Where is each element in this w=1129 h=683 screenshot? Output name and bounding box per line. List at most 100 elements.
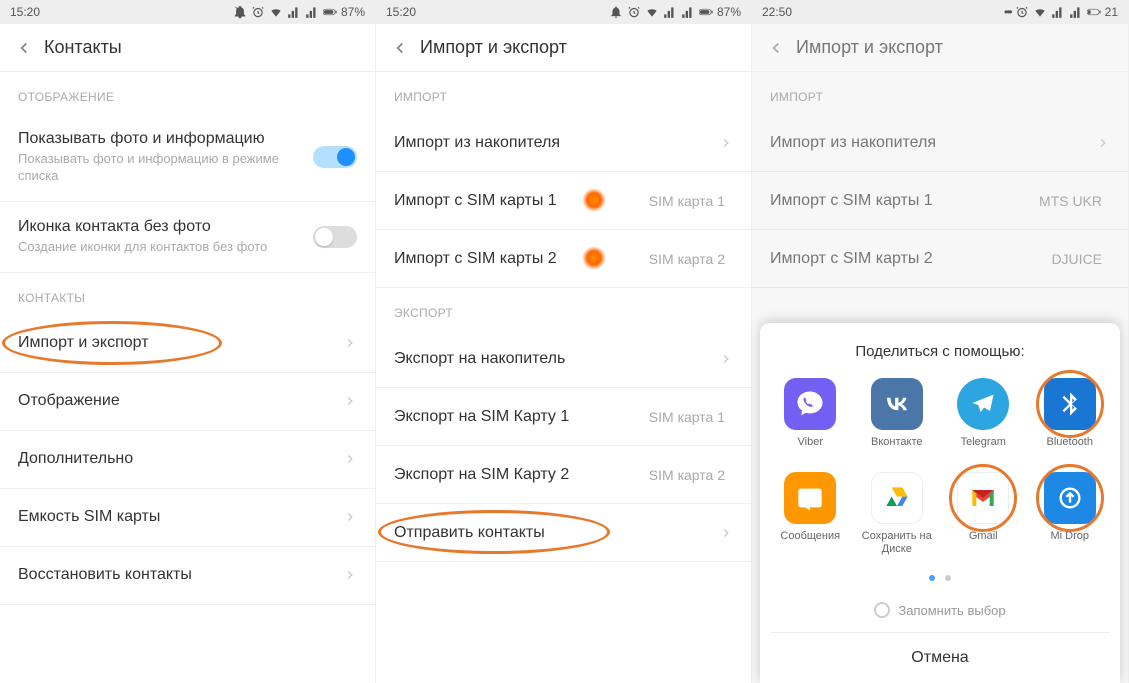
- share-telegram[interactable]: Telegram: [943, 378, 1024, 462]
- battery-percent: 21: [1105, 5, 1118, 19]
- row-subtitle: Показывать фото и информацию в режиме сп…: [18, 151, 313, 185]
- share-drive[interactable]: Сохранить на Диске: [857, 472, 938, 556]
- row-title: Импорт с SIM карты 2: [770, 250, 1051, 268]
- row-title: Импорт из накопителя: [770, 134, 1096, 152]
- chevron-right-icon: [343, 510, 357, 524]
- row-export-sim2[interactable]: Экспорт на SIM Карту 2 SIM карта 2: [376, 446, 751, 504]
- row-import-sim2[interactable]: Импорт с SIM карты 2 SIM карта 2: [376, 230, 751, 288]
- row-value: SIM карта 2: [649, 251, 725, 267]
- share-viber[interactable]: Viber: [770, 378, 851, 462]
- row-title: Иконка контакта без фото: [18, 218, 313, 236]
- chevron-right-icon: [719, 136, 733, 150]
- back-button[interactable]: [762, 34, 790, 62]
- section-display: ОТОБРАЖЕНИЕ: [0, 72, 375, 114]
- screen-import-export: 15:20 87% Импорт и экспорт ИМПОРТ Импорт…: [376, 0, 752, 683]
- row-title: Восстановить контакты: [18, 566, 343, 584]
- row-show-photo[interactable]: Показывать фото и информацию Показывать …: [0, 114, 375, 202]
- mute-icon: [609, 5, 623, 19]
- share-label: Mi Drop: [1050, 530, 1089, 556]
- row-import-storage[interactable]: Импорт из накопителя: [376, 114, 751, 172]
- signal2-icon: [1069, 5, 1083, 19]
- share-vk[interactable]: Вконтакте: [857, 378, 938, 462]
- wifi-icon: [269, 5, 283, 19]
- row-title: Отображение: [18, 392, 343, 410]
- row-contact-icon[interactable]: Иконка контакта без фото Создание иконки…: [0, 202, 375, 273]
- signal2-icon: [305, 5, 319, 19]
- row-export-sim1[interactable]: Экспорт на SIM Карту 1 SIM карта 1: [376, 388, 751, 446]
- dot-inactive: [945, 575, 951, 581]
- row-additional[interactable]: Дополнительно: [0, 431, 375, 489]
- alarm-icon: [1015, 5, 1029, 19]
- row-sim-capacity[interactable]: Емкость SIM карты: [0, 489, 375, 547]
- remember-label: Запомнить выбор: [898, 603, 1005, 618]
- dots-icon: •••: [1004, 5, 1011, 19]
- row-export-storage[interactable]: Экспорт на накопитель: [376, 330, 751, 388]
- header: Контакты: [0, 24, 375, 72]
- share-label: Telegram: [961, 436, 1006, 462]
- row-import-sim1[interactable]: Импорт с SIM карты 1 SIM карта 1: [376, 172, 751, 230]
- row-title: Емкость SIM карты: [18, 508, 343, 526]
- row-title: Экспорт на накопитель: [394, 350, 719, 368]
- row-send-contacts[interactable]: Отправить контакты: [376, 504, 751, 562]
- chevron-left-icon: [767, 39, 785, 57]
- screen-contacts: 15:20 87% Контакты ОТОБРАЖЕНИЕ Показыват…: [0, 0, 376, 683]
- highlight-dot: [582, 246, 606, 270]
- share-title: Поделиться с помощью:: [770, 343, 1110, 360]
- mute-icon: [233, 5, 247, 19]
- status-indicators: 87%: [609, 5, 741, 19]
- row-title: Отправить контакты: [394, 524, 719, 542]
- row-display[interactable]: Отображение: [0, 373, 375, 431]
- chevron-right-icon: [343, 452, 357, 466]
- chevron-right-icon: [343, 394, 357, 408]
- header-title: Контакты: [44, 37, 122, 58]
- row-value: SIM карта 1: [649, 409, 725, 425]
- row-title: Импорт и экспорт: [18, 334, 343, 352]
- toggle-on[interactable]: [313, 146, 357, 168]
- radio-icon: [874, 602, 890, 618]
- share-bluetooth[interactable]: Bluetooth: [1030, 378, 1111, 462]
- header-title: Импорт и экспорт: [796, 37, 943, 58]
- toggle-off[interactable]: [313, 226, 357, 248]
- share-label: Bluetooth: [1047, 436, 1093, 462]
- chevron-right-icon: [1096, 136, 1110, 150]
- row-subtitle: Создание иконки для контактов без фото: [18, 239, 313, 256]
- row-title: Показывать фото и информацию: [18, 130, 313, 148]
- share-label: Вконтакте: [871, 436, 922, 462]
- row-title: Экспорт на SIM Карту 2: [394, 466, 649, 484]
- highlight-dot: [582, 188, 606, 212]
- row-title: Импорт с SIM карты 1: [770, 192, 1039, 210]
- row-import-sim2[interactable]: Импорт с SIM карты 2 DJUICE: [752, 230, 1128, 288]
- row-title: Экспорт на SIM Карту 1: [394, 408, 649, 426]
- screen-share: 22:50 ••• 21 Импорт и экспорт ИМПОРТ Имп…: [752, 0, 1129, 683]
- chevron-right-icon: [719, 352, 733, 366]
- chevron-right-icon: [343, 336, 357, 350]
- battery-percent: 87%: [717, 5, 741, 19]
- share-grid: Viber Вконтакте Telegram Bluetooth: [770, 378, 1110, 556]
- row-restore[interactable]: Восстановить контакты: [0, 547, 375, 605]
- share-label: Сообщения: [780, 530, 840, 556]
- row-import-export[interactable]: Импорт и экспорт: [0, 315, 375, 373]
- share-messages[interactable]: Сообщения: [770, 472, 851, 556]
- section-export: ЭКСПОРТ: [376, 288, 751, 330]
- status-time: 15:20: [10, 5, 40, 19]
- row-value: DJUICE: [1051, 251, 1102, 267]
- status-time: 22:50: [762, 5, 792, 19]
- row-title: Импорт с SIM карты 1: [394, 192, 649, 210]
- back-button[interactable]: [386, 34, 414, 62]
- share-midrop[interactable]: Mi Drop: [1030, 472, 1111, 556]
- cancel-button[interactable]: Отмена: [770, 632, 1110, 683]
- section-import: ИМПОРТ: [752, 72, 1128, 114]
- chevron-left-icon: [15, 39, 33, 57]
- signal-icon: [663, 5, 677, 19]
- share-gmail[interactable]: Gmail: [943, 472, 1024, 556]
- back-button[interactable]: [10, 34, 38, 62]
- row-import-sim1[interactable]: Импорт с SIM карты 1 MTS UKR: [752, 172, 1128, 230]
- status-time: 15:20: [386, 5, 416, 19]
- header: Импорт и экспорт: [376, 24, 751, 72]
- share-sheet: Поделиться с помощью: Viber Вконтакте Te…: [760, 323, 1120, 683]
- remember-row[interactable]: Запомнить выбор: [770, 594, 1110, 632]
- row-value: SIM карта 2: [649, 467, 725, 483]
- vk-icon: [871, 378, 923, 430]
- row-import-storage[interactable]: Импорт из накопителя: [752, 114, 1128, 172]
- status-bar: 15:20 87%: [376, 0, 751, 24]
